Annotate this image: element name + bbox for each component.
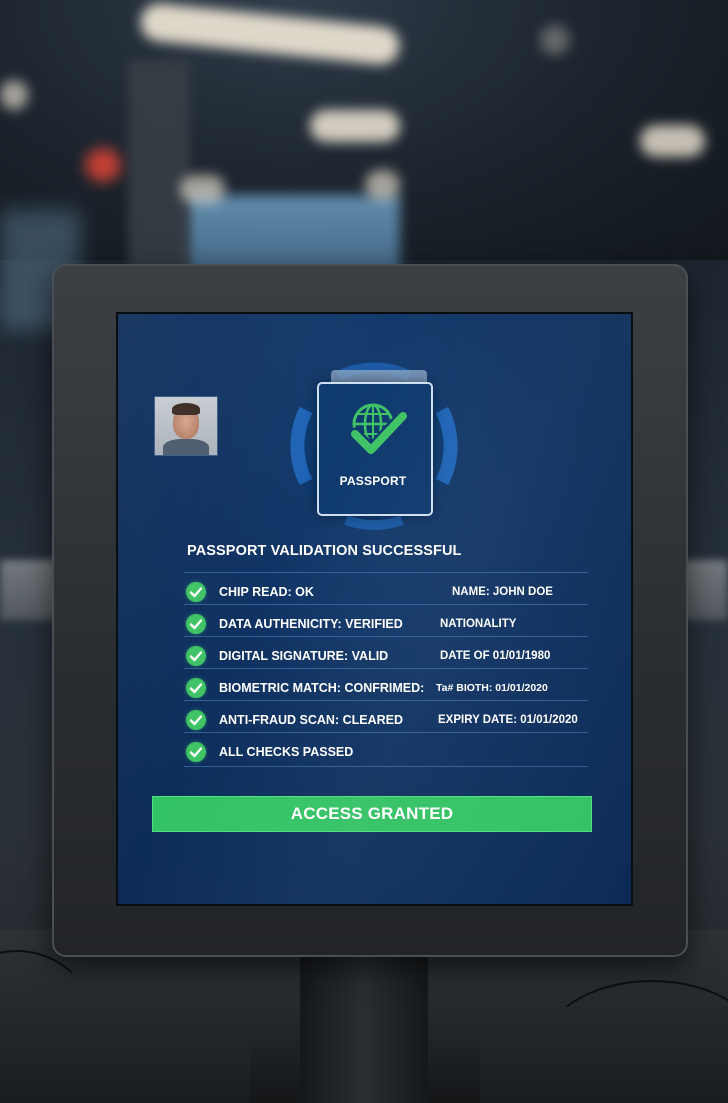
check-anti-fraud-scan: ANTI-FRAUD SCAN: CLEARED [219,713,404,727]
check-icon [186,678,206,698]
info-date-of-birth: DATE OF 01/01/1980 [440,650,551,662]
divider [184,668,588,669]
divider [184,732,588,733]
photo-shoulders [163,439,209,455]
info-name: NAME: JOHN DOE [452,586,553,598]
divider [184,604,588,605]
passport-holder-photo [154,396,218,456]
check-icon [186,646,206,666]
check-biometric-match: BIOMETRIC MATCH: CONFRIMED: [219,681,425,695]
divider [184,766,588,767]
divider [184,572,588,573]
check-data-authenticity: DATA AUTHENICITY: VERIFIED [219,617,403,631]
info-expiry-date: EXPIRY DATE: 01/01/2020 [438,714,578,726]
info-nationality: NATIONALITY [440,618,517,630]
background-window [185,195,400,275]
validation-title: PASSPORT VALIDATION SUCCESSFUL [187,543,462,559]
passport-label: PASSPORT [339,474,407,488]
ceiling-light [640,125,705,157]
kiosk-screen: PASSPORT PASSPORT VALIDATION SUCCESSFUL … [116,312,633,906]
access-granted-button[interactable]: ACCESS GRANTED [152,796,592,832]
check-icon [186,582,206,602]
check-icon [186,742,206,762]
divider [184,700,588,701]
globe-icon [348,403,409,457]
monitor-stand [300,940,428,1103]
check-all-passed: ALL CHECKS PASSED [219,745,354,759]
check-icon [186,614,206,634]
ceiling-light [0,80,28,110]
ceiling-light [365,170,400,200]
check-icon [186,710,206,730]
check-chip-read: CHIP READ: OK [219,585,314,599]
check-digital-signature: DIGITAL SIGNATURE: VALID [219,649,389,663]
background-pillar [128,60,190,280]
ceiling-light [310,110,400,142]
info-date-of-issue: Ta# BIOTH: 01/01/2020 [436,682,548,694]
photo-hair [172,403,200,415]
red-indicator-light [85,148,121,182]
ceiling-light [540,25,570,55]
ceiling-light [180,175,225,203]
divider [184,636,588,637]
